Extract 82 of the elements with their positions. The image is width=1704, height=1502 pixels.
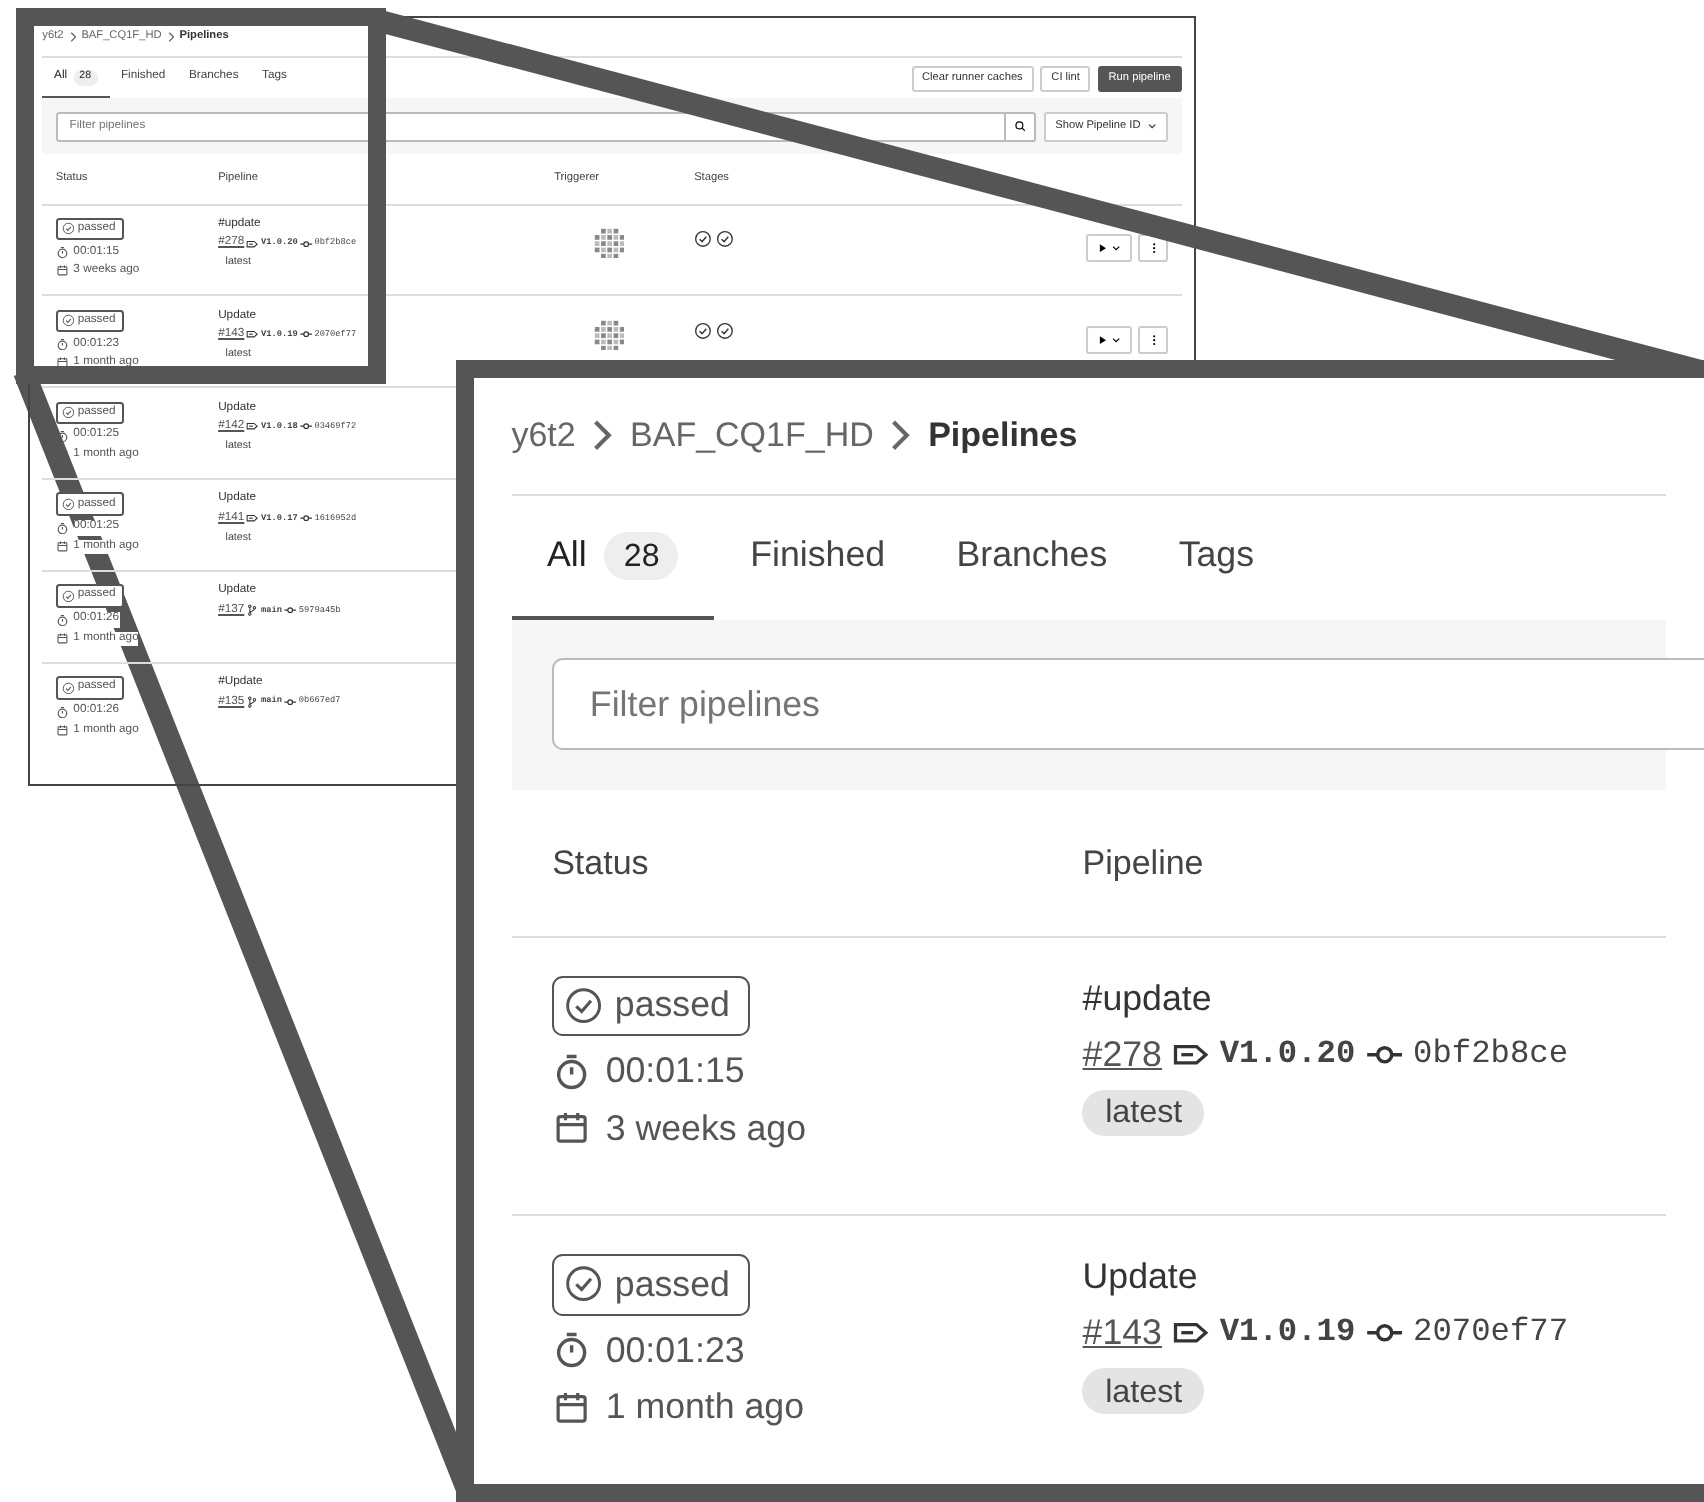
tag-icon (246, 328, 259, 342)
status-link[interactable]: passed (552, 975, 750, 1037)
ref-name: V1.0.19 (1219, 1312, 1356, 1353)
run-menu-button[interactable] (1086, 234, 1132, 262)
tag-icon (246, 420, 259, 434)
search-icon (1013, 120, 1027, 134)
avatar-icon (593, 319, 625, 351)
stopwatch-icon (55, 521, 69, 535)
latest-badge: latest (1082, 1089, 1205, 1136)
tab[interactable]: Branches (920, 495, 1143, 620)
chevron-icon (890, 420, 912, 452)
duration-text: 00:01:23 (605, 1327, 745, 1373)
check-circle-icon[interactable] (715, 230, 734, 249)
stopwatch-icon (552, 1330, 592, 1370)
breadcrumb-link[interactable]: y6t2 (511, 414, 576, 458)
kebab-icon (1147, 333, 1160, 346)
column-header: Status (552, 841, 651, 884)
filter-field[interactable]: Filter pipelines (552, 658, 1704, 751)
pipeline-link[interactable]: #278 (1082, 1031, 1162, 1077)
column-header: Pipeline (1082, 841, 1206, 884)
check-circle-icon (61, 681, 75, 695)
stopwatch-icon (55, 613, 69, 627)
chevron-icon (592, 420, 614, 452)
tag-icon (246, 512, 259, 525)
duration-text: 00:01:15 (605, 1048, 745, 1094)
caret-icon (1110, 333, 1124, 346)
commit-icon (299, 328, 313, 342)
created-time: 3 weeks ago (605, 1105, 807, 1151)
status-link[interactable]: passed (552, 1254, 750, 1316)
calendar-icon (55, 724, 69, 737)
branch-icon (246, 604, 259, 617)
calendar-icon (55, 264, 69, 278)
check-circle-icon (564, 1264, 605, 1305)
tab[interactable]: Finished (714, 495, 921, 620)
stopwatch-icon (552, 1051, 592, 1091)
branch-icon (246, 696, 259, 709)
latest-badge: latest (1082, 1367, 1205, 1415)
pipeline-title: Update (1082, 1254, 1200, 1299)
pipeline-title: #update (1082, 975, 1214, 1020)
check-circle-icon (61, 314, 75, 328)
commit-hash: 0bf2b8ce (1413, 1033, 1569, 1075)
check-circle-icon[interactable] (694, 322, 713, 341)
check-circle-icon (61, 222, 75, 236)
check-circle-icon[interactable] (715, 322, 734, 341)
tab-count: 28 (604, 531, 679, 580)
calendar-icon (55, 356, 69, 370)
check-circle-icon (564, 986, 605, 1026)
search-button[interactable] (1006, 111, 1036, 143)
check-circle-icon[interactable] (694, 230, 713, 249)
caret-icon (1145, 120, 1158, 134)
tab[interactable]: Tags (1142, 495, 1290, 620)
calendar-icon (55, 632, 69, 646)
ref-name: V1.0.20 (1219, 1033, 1356, 1075)
commit-icon (299, 420, 313, 434)
commit-icon (284, 696, 297, 709)
breadcrumb-current: Pipelines (928, 414, 1078, 458)
avatar-icon (593, 227, 625, 259)
stopwatch-icon (55, 705, 69, 719)
check-circle-icon (61, 589, 75, 603)
commit-icon (284, 604, 297, 617)
run-menu-button[interactable] (1086, 325, 1132, 354)
check-circle-icon (61, 497, 75, 511)
created-time: 1 month ago (605, 1384, 805, 1430)
check-circle-icon (61, 405, 75, 419)
stopwatch-icon (55, 246, 69, 260)
chevron-icon (69, 32, 76, 43)
breadcrumb-link[interactable]: BAF_CQ1F_HD (630, 414, 874, 458)
play-icon (1095, 241, 1108, 255)
chevron-icon (167, 32, 174, 43)
commit-icon (299, 512, 313, 525)
tag-icon (246, 237, 259, 250)
play-icon (1095, 333, 1108, 346)
commit-icon (299, 237, 313, 250)
kebab-icon (1147, 241, 1160, 255)
calendar-icon (55, 540, 69, 554)
commit-hash: 2070ef77 (1413, 1312, 1569, 1353)
pipeline-link[interactable]: #143 (1082, 1310, 1162, 1356)
calendar-icon (552, 1108, 592, 1148)
stopwatch-icon (55, 429, 69, 443)
caret-icon (1110, 241, 1124, 255)
stopwatch-icon (55, 337, 69, 351)
calendar-icon (552, 1387, 592, 1427)
